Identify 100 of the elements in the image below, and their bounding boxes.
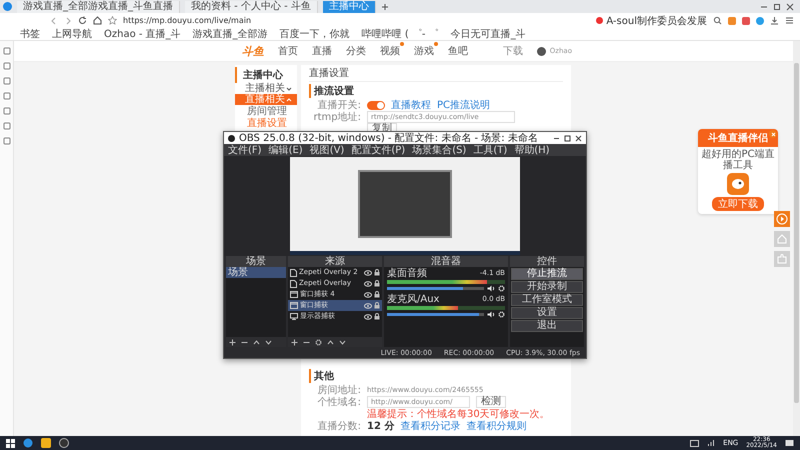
- window-icon: [290, 302, 298, 309]
- lock-icon[interactable]: [374, 291, 380, 298]
- browser-app-icon[interactable]: [23, 438, 33, 448]
- obs-app-icon[interactable]: [59, 438, 69, 448]
- play-icon[interactable]: [774, 211, 790, 227]
- channel-name: 桌面音频: [387, 268, 427, 279]
- control-button[interactable]: 开始录制: [511, 281, 583, 293]
- home-icon[interactable]: [93, 16, 102, 25]
- section-heading: 其他: [309, 369, 563, 383]
- menu-item[interactable]: 工具(T): [473, 143, 508, 157]
- restore-icon[interactable]: [773, 2, 781, 10]
- address-field[interactable]: https://mp.douyu.com/live/main: [123, 16, 590, 25]
- help-link[interactable]: PC推流说明: [437, 98, 490, 112]
- control-button[interactable]: 设置: [511, 307, 583, 319]
- settings-icon[interactable]: [315, 338, 322, 346]
- menu-item[interactable]: 编辑(E): [268, 143, 303, 157]
- field-label: 直播开关:: [316, 98, 361, 112]
- chevron-up-icon[interactable]: [327, 338, 334, 346]
- field-label: rtmp地址:: [312, 110, 361, 124]
- network-icon[interactable]: [707, 439, 716, 447]
- lock-icon[interactable]: [374, 302, 380, 309]
- bookmark-link[interactable]: Ozhao - 直播_斗: [104, 28, 181, 40]
- eye-icon[interactable]: [364, 280, 372, 286]
- nav-link[interactable]: 分类: [346, 44, 366, 58]
- settings-icon[interactable]: [498, 285, 505, 292]
- menu-item[interactable]: 帮助(H): [514, 143, 550, 157]
- lock-icon[interactable]: [374, 313, 380, 320]
- plus-icon[interactable]: [229, 338, 236, 346]
- lock-icon[interactable]: [374, 269, 380, 276]
- eye-icon[interactable]: [364, 302, 372, 308]
- bookmark-link[interactable]: 书签: [20, 28, 40, 40]
- section-heading: 推流设置: [309, 84, 563, 98]
- help-link[interactable]: 直播教程: [391, 98, 431, 112]
- dock-title: 场景: [226, 256, 286, 267]
- menu-icon[interactable]: [785, 16, 794, 25]
- bookmark-link[interactable]: 哔哩哔哩 ( ゜- ゜: [362, 28, 439, 40]
- menu-item[interactable]: 场景集合(S): [412, 143, 466, 157]
- eye-icon[interactable]: [364, 314, 372, 320]
- volume-slider[interactable]: [387, 287, 484, 290]
- check-button[interactable]: 检测: [476, 396, 506, 408]
- search-icon[interactable]: [713, 16, 722, 25]
- bookmark-link[interactable]: 游戏直播_全部游: [192, 28, 268, 40]
- close-icon[interactable]: [786, 2, 794, 10]
- settings-icon[interactable]: [498, 311, 505, 318]
- browser-tab[interactable]: 我的资料 - 个人中心 - 斗鱼: [185, 0, 318, 12]
- scene-item[interactable]: 场景: [226, 267, 286, 278]
- nav-link[interactable]: 直播: [312, 44, 332, 58]
- channel-name: 麦克风/Aux: [387, 294, 440, 305]
- speaker-icon[interactable]: [487, 311, 495, 318]
- control-button[interactable]: 停止推流: [511, 268, 583, 280]
- eye-icon[interactable]: [364, 292, 372, 298]
- nav-link[interactable]: 鱼吧: [448, 44, 468, 58]
- score-value: 12 分: [367, 420, 394, 433]
- eye-icon[interactable]: [364, 270, 372, 276]
- volume-slider[interactable]: [387, 313, 484, 316]
- sidebar-title: 主播中心: [235, 67, 297, 83]
- promo-title: 斗鱼直播伴侣: [698, 129, 778, 147]
- avatar-icon[interactable]: [536, 46, 546, 56]
- menu-item[interactable]: 文件(F): [228, 143, 262, 157]
- maximize-icon[interactable]: [564, 134, 571, 142]
- menu-item[interactable]: 视图(V): [310, 143, 344, 157]
- close-icon[interactable]: [575, 134, 582, 142]
- windows-logo-icon[interactable]: [6, 438, 15, 448]
- download-link[interactable]: 下载: [502, 44, 523, 58]
- search-field[interactable]: A-soul制作委员会发展: [596, 14, 707, 28]
- speaker-icon[interactable]: [487, 285, 495, 292]
- bookmark-link[interactable]: 今日无可直播_斗: [450, 28, 526, 40]
- refresh-icon[interactable]: [78, 16, 87, 25]
- promo-subtitle: 超好用的PC端直播工具: [700, 149, 776, 171]
- score-link[interactable]: 查看积分记录: [400, 419, 460, 433]
- score-link[interactable]: 查看积分规则: [466, 419, 526, 433]
- plus-icon[interactable]: [291, 338, 298, 346]
- monitor-icon: [290, 313, 298, 320]
- field-label: 房间地址:: [316, 384, 361, 396]
- app-icon: [727, 173, 749, 195]
- app-icon[interactable]: [41, 438, 51, 448]
- browser-tab[interactable]: 游戏直播_全部游戏直播_斗鱼直播: [17, 0, 180, 12]
- nav-link[interactable]: 首页: [278, 44, 298, 58]
- chevron-down-icon[interactable]: [339, 338, 346, 346]
- dock-title: 控件: [510, 256, 584, 267]
- control-button[interactable]: 退出: [511, 320, 583, 332]
- bookmark-link[interactable]: 百度一下，你就: [280, 28, 350, 40]
- control-button[interactable]: 工作室模式: [511, 294, 583, 306]
- live-switch[interactable]: [367, 100, 385, 110]
- download-icon[interactable]: [770, 16, 779, 25]
- menu-item[interactable]: 配置文件(P): [351, 143, 406, 157]
- dock-title: 混音器: [384, 256, 508, 267]
- browser-logo-icon[interactable]: [3, 2, 12, 11]
- plus-icon[interactable]: [380, 2, 389, 10]
- bookmark-link[interactable]: 上网导航: [52, 28, 92, 40]
- chevron-down-icon[interactable]: [265, 338, 272, 346]
- domain-note: 温馨提示：个性域名每30天可修改一次。: [367, 408, 550, 420]
- field-label: 直播分数:: [316, 420, 361, 433]
- field-label: 个性域名:: [316, 396, 361, 409]
- star-icon[interactable]: [108, 16, 117, 25]
- sidebar-item[interactable]: 主播相关: [235, 83, 297, 94]
- chevron-up-icon[interactable]: [253, 338, 260, 346]
- obs-logo-icon: [228, 134, 235, 142]
- lock-icon[interactable]: [374, 280, 380, 287]
- sidebar-subitem[interactable]: 房间管理: [235, 105, 297, 117]
